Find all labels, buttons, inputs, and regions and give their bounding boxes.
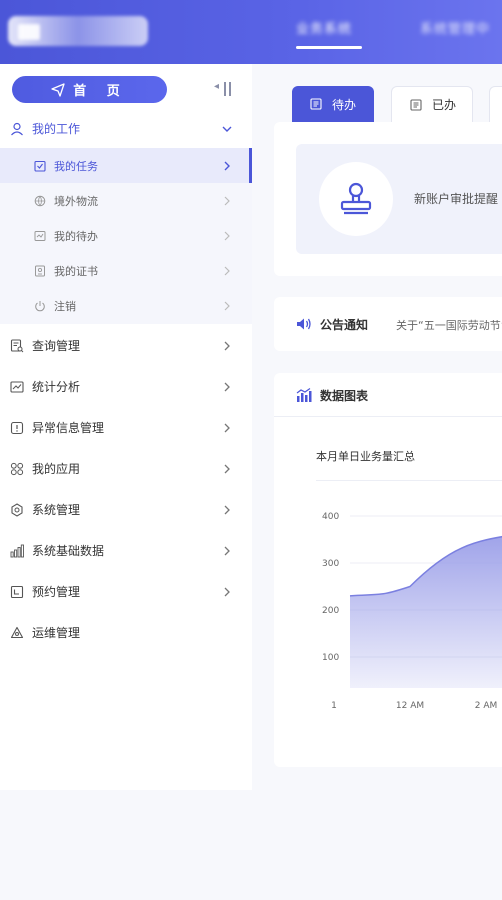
chevron-right-icon <box>224 382 230 391</box>
chart-card-header: 数据图表 <box>274 373 502 417</box>
power-icon <box>35 300 45 311</box>
sidebar-item-label: 我的应用 <box>32 462 81 476</box>
sidebar-item-my-apps[interactable]: 我的应用 <box>0 448 252 489</box>
chevron-right-icon <box>224 301 230 310</box>
certificate-icon <box>35 265 45 276</box>
chevron-right-icon <box>224 546 230 555</box>
area-chart: 100 200 300 400 1 12 AM 2 AM <box>322 512 502 711</box>
chevron-right-icon <box>224 266 230 275</box>
speaker-icon <box>297 318 311 330</box>
sidebar-item-label: 运维管理 <box>32 626 81 640</box>
query-icon <box>10 338 24 352</box>
todo-icon <box>34 230 46 241</box>
sidebar-item-statistics[interactable]: 统计分析 <box>0 366 252 407</box>
sidebar-item-label: 统计分析 <box>32 380 81 394</box>
y-tick-label: 200 <box>322 606 339 616</box>
sidebar-item-system-management[interactable]: 系统管理 <box>0 489 252 530</box>
tab-label: 已办 <box>432 98 457 112</box>
globe-icon <box>34 195 46 206</box>
sidebar-subitem-my-todo[interactable]: 我的待办 <box>0 218 252 253</box>
bars-icon <box>10 544 24 557</box>
sidebar-item-basic-data[interactable]: 系统基础数据 <box>0 530 252 571</box>
x-tick-label: 1 <box>331 701 337 711</box>
stats-icon <box>10 380 24 393</box>
sidebar-item-label: 系统基础数据 <box>32 544 105 558</box>
x-tick-label: 12 AM <box>396 701 424 711</box>
sidebar-item-label: 异常信息管理 <box>32 421 105 435</box>
sidebar-item-appointment[interactable]: 预约管理 <box>0 571 252 612</box>
chevron-right-icon <box>224 341 230 350</box>
chevron-right-icon <box>224 505 230 514</box>
stamp-badge <box>319 162 393 236</box>
list-icon <box>310 98 322 110</box>
announcement-bar[interactable]: 公告通知 关于“五一国际劳动节” <box>274 297 502 351</box>
collapse-sidebar-button[interactable]: ◂ <box>214 80 234 100</box>
task-card: 新账户审批提醒 <box>274 122 502 276</box>
divider <box>316 480 502 481</box>
sidebar-item-label: 查询管理 <box>32 339 81 353</box>
y-tick-label: 300 <box>322 559 339 569</box>
chart-icon <box>296 388 312 402</box>
sidebar-item-label: 系统管理 <box>32 503 81 517</box>
y-tick-label: 100 <box>322 653 339 663</box>
sidebar-subitem-overseas-logistics[interactable]: 境外物流 <box>0 183 252 218</box>
sidebar-subitem-label: 我的任务 <box>54 159 98 173</box>
chart-subtitle: 本月单日业务量汇总 <box>316 450 415 463</box>
top-nav-item-2[interactable]: 系统管理中 <box>420 18 500 50</box>
stamp-icon <box>340 182 372 215</box>
tab-pending[interactable]: 待办 <box>292 86 374 122</box>
chevron-right-icon <box>224 161 230 170</box>
x-tick-label: 2 AM <box>475 701 498 711</box>
sidebar-subitem-label: 注销 <box>54 299 76 313</box>
sidebar-subitem-label: 我的证书 <box>54 264 98 278</box>
y-tick-label: 400 <box>322 512 339 522</box>
page-footer-area <box>0 790 502 900</box>
sidebar-subitem-my-tasks[interactable]: 我的任务 <box>0 148 252 183</box>
sidebar-item-my-work[interactable]: 我的工作 <box>0 108 252 149</box>
chevron-right-icon <box>224 423 230 432</box>
top-nav-active-indicator <box>296 46 362 49</box>
arrow-left-icon: ◂ <box>214 81 220 92</box>
submenu: 我的任务 境外物流 我的待办 我的证书 注销 <box>0 148 252 324</box>
list-icon <box>410 98 422 111</box>
task-icon <box>34 160 46 172</box>
sidebar-subitem-my-certificate[interactable]: 我的证书 <box>0 253 252 288</box>
user-icon <box>11 122 23 135</box>
ops-icon <box>10 626 24 638</box>
sidebar-item-ops[interactable]: 运维管理 <box>0 612 252 653</box>
chevron-right-icon <box>224 464 230 473</box>
chevron-right-icon <box>224 231 230 240</box>
chevron-down-icon <box>222 126 232 132</box>
apps-icon <box>10 462 24 475</box>
sidebar: 首 页 ◂ 我的工作 我的任务 境外物流 我的待办 我的证书 注销 查询管理 统… <box>0 64 252 790</box>
announcement-text[interactable]: 关于“五一国际劳动节” <box>396 317 502 333</box>
chart-card: 数据图表 本月单日业务量汇总 100 200 300 400 1 12 AM 2 AM <box>274 373 502 767</box>
home-button-label: 首 页 <box>73 84 128 99</box>
sidebar-item-exception-info[interactable]: 异常信息管理 <box>0 407 252 448</box>
tab-more[interactable] <box>489 86 502 122</box>
area-series-fill <box>350 536 502 688</box>
sidebar-subitem-label: 境外物流 <box>54 194 98 208</box>
app-logo[interactable] <box>8 16 148 46</box>
chevron-right-icon <box>224 587 230 596</box>
sidebar-item-label: 我的工作 <box>32 122 81 136</box>
announcement-title: 公告通知 <box>320 318 369 332</box>
home-button[interactable]: 首 页 <box>12 76 167 103</box>
warning-icon <box>10 421 24 434</box>
calendar-icon <box>10 585 24 598</box>
sidebar-subitem-label: 我的待办 <box>54 229 98 243</box>
send-icon <box>51 82 65 97</box>
sidebar-subitem-logout[interactable]: 注销 <box>0 288 252 323</box>
sidebar-item-label: 预约管理 <box>32 585 81 599</box>
gear-icon <box>11 502 23 517</box>
chevron-right-icon <box>224 196 230 205</box>
sidebar-item-query[interactable]: 查询管理 <box>0 325 252 366</box>
tab-label: 待办 <box>332 97 357 112</box>
task-notice-text: 新账户审批提醒 <box>414 192 499 206</box>
tab-done[interactable]: 已办 <box>391 86 473 122</box>
chart-card-title: 数据图表 <box>320 389 369 403</box>
task-notice[interactable]: 新账户审批提醒 <box>296 144 502 254</box>
top-bar: 业务系统 系统管理中 <box>0 0 502 64</box>
